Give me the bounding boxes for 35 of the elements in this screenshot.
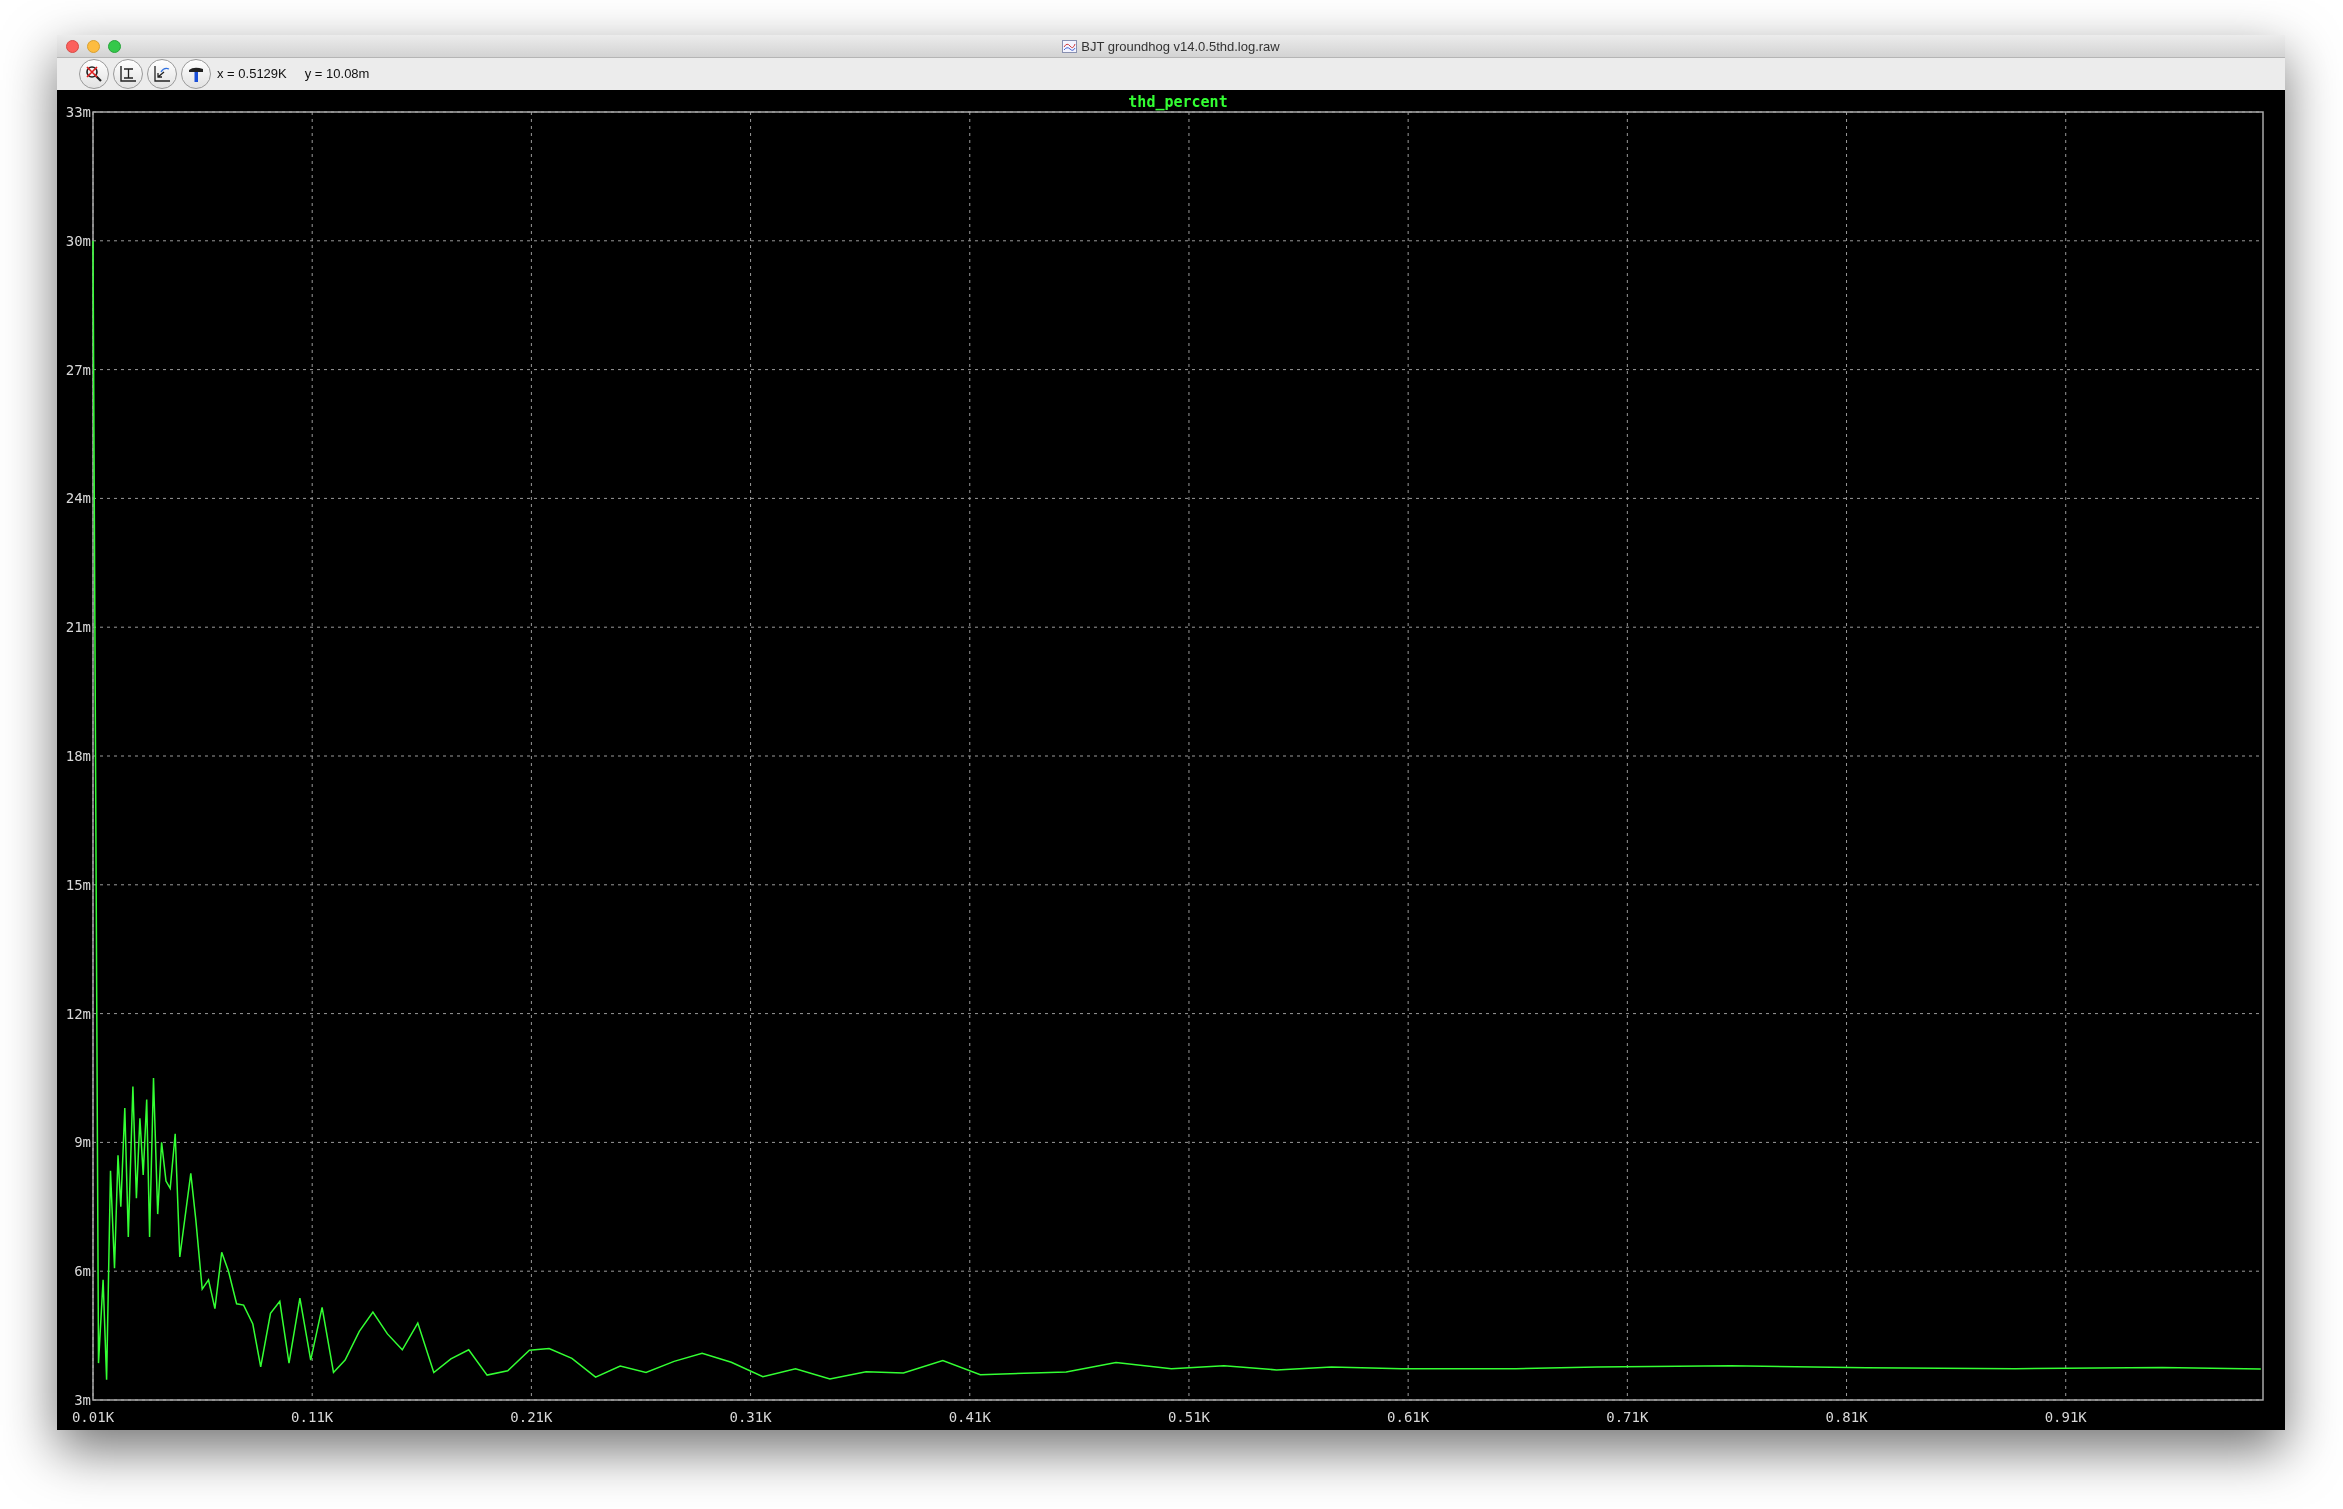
axis-fit-icon bbox=[118, 64, 138, 84]
y-tick-label: 30m bbox=[65, 232, 91, 249]
x-tick-label: 0.31K bbox=[729, 1409, 772, 1425]
trace-label[interactable]: thd_percent bbox=[1128, 93, 1228, 111]
close-button[interactable] bbox=[66, 39, 79, 53]
x-tick-label: 0.61K bbox=[1387, 1409, 1430, 1425]
y-tick-label: 3m bbox=[74, 1392, 91, 1408]
autorange-button[interactable] bbox=[113, 59, 143, 89]
x-tick-label: 0.11K bbox=[291, 1409, 334, 1425]
pan-back-button[interactable] bbox=[147, 59, 177, 89]
x-tick-label: 0.81K bbox=[1825, 1409, 1868, 1425]
crossed-magnifier-icon bbox=[84, 64, 104, 84]
x-tick-label: 0.01K bbox=[71, 1409, 115, 1425]
zoom-cancel-button[interactable] bbox=[79, 59, 109, 89]
y-tick-label: 33m bbox=[65, 104, 91, 120]
x-tick-label: 0.41K bbox=[948, 1409, 991, 1425]
y-tick-label: 15m bbox=[65, 876, 91, 893]
x-tick-label: 0.91K bbox=[2044, 1409, 2087, 1425]
cursor-x-readout: x = 0.5129K bbox=[217, 65, 287, 84]
waveform-file-icon bbox=[1062, 40, 1078, 53]
y-tick-label: 27m bbox=[65, 361, 91, 378]
hammer-button[interactable] bbox=[181, 59, 211, 89]
x-tick-label: 0.51K bbox=[1167, 1409, 1211, 1425]
y-tick-label: 9m bbox=[74, 1134, 91, 1151]
cursor-y-readout: y = 10.08m bbox=[304, 65, 370, 84]
y-tick-label: 6m bbox=[74, 1263, 91, 1280]
y-tick-label: 12m bbox=[65, 1005, 91, 1022]
y-tick-label: 24m bbox=[65, 490, 91, 507]
zoom-button[interactable] bbox=[108, 39, 121, 53]
y-tick-label: 18m bbox=[65, 748, 91, 764]
curve-arrow-icon bbox=[152, 64, 172, 84]
y-tick-label: 21m bbox=[65, 619, 91, 636]
window-title: BJT groundhog v14.0.5thd.log.raw bbox=[1081, 37, 1280, 56]
x-tick-label: 0.21K bbox=[510, 1409, 553, 1425]
x-tick-label: 0.71K bbox=[1606, 1409, 1649, 1425]
